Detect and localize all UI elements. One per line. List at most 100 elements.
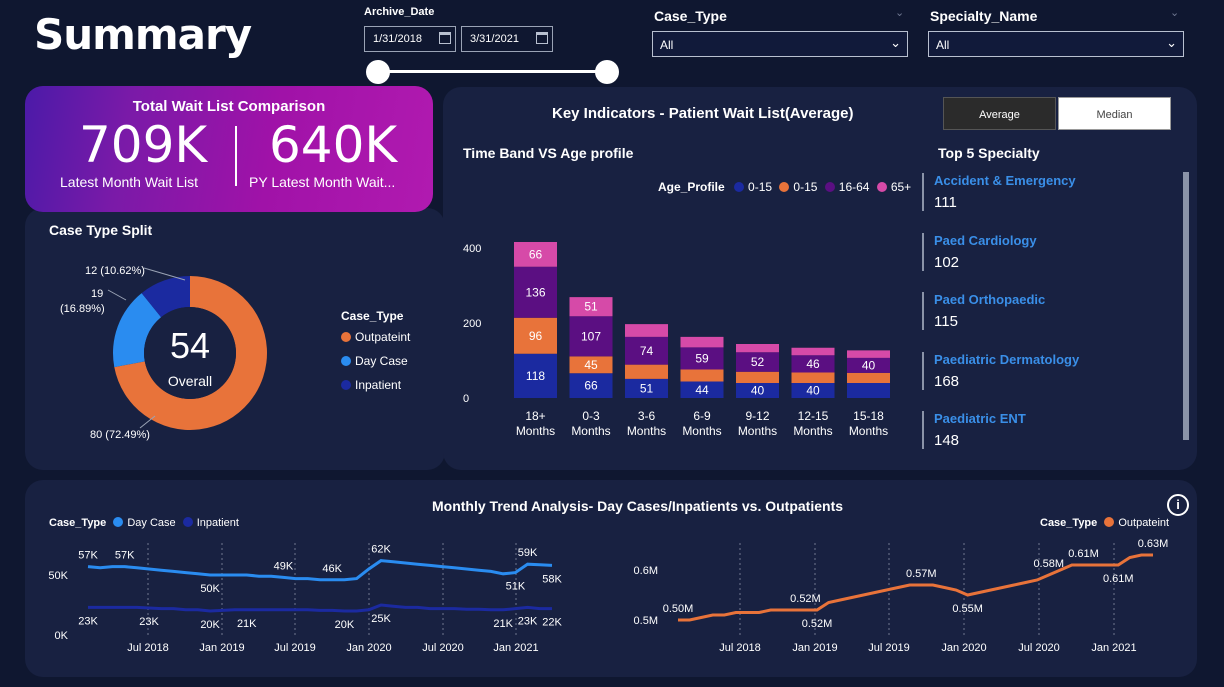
data-label: 0.52M bbox=[790, 593, 821, 605]
legend-label: Inpatient bbox=[196, 517, 239, 529]
legend-item-0-15-b[interactable]: 0-15 bbox=[779, 180, 817, 194]
x-tick-label: 15-18 bbox=[853, 409, 884, 423]
info-icon[interactable]: i bbox=[1167, 494, 1189, 516]
case-type-filter-label: Case_Type bbox=[654, 8, 727, 24]
specialty-dropdown[interactable]: All ⌄ bbox=[928, 31, 1184, 57]
bar-segment[interactable] bbox=[791, 372, 835, 384]
specialty-scrollbar[interactable] bbox=[1183, 172, 1189, 440]
bar-segment[interactable] bbox=[680, 336, 724, 348]
chevron-down-icon[interactable]: ⌄ bbox=[1170, 6, 1179, 19]
specialty-item[interactable]: Paediatric Dermatology 168 bbox=[922, 352, 1172, 390]
day-case-slice-count: 19 bbox=[91, 288, 103, 300]
x-tick-label: 0-3 bbox=[582, 409, 600, 423]
legend-dot bbox=[779, 182, 790, 192]
legend-item-inpatient[interactable]: Inpatient bbox=[182, 517, 239, 529]
legend-label: 65+ bbox=[890, 180, 912, 194]
legend-label: Inpatient bbox=[355, 378, 402, 392]
legend-item-16-64[interactable]: 16-64 bbox=[824, 180, 869, 194]
slider-end-handle[interactable] bbox=[595, 60, 619, 84]
data-label: 23K bbox=[139, 616, 159, 628]
calendar-icon[interactable] bbox=[536, 32, 548, 44]
data-label: 59K bbox=[518, 547, 538, 559]
data-label: 57K bbox=[78, 550, 98, 562]
bar-data-label: 51 bbox=[640, 381, 654, 395]
x-tick-label: 9-12 bbox=[745, 409, 769, 423]
monthly-trend-title: Monthly Trend Analysis- Day Cases/Inpati… bbox=[432, 498, 844, 514]
specialty-item[interactable]: Accident & Emergency 111 bbox=[922, 173, 1172, 211]
bar-data-label: 136 bbox=[525, 285, 545, 299]
data-label: 0.55M bbox=[952, 603, 983, 615]
outpatient-slice-label: 80 (72.49%) bbox=[90, 429, 150, 441]
y-tick-label: 0.5M bbox=[634, 615, 658, 627]
day-case-legend-dot bbox=[341, 356, 351, 366]
y-tick-label: 400 bbox=[463, 243, 481, 255]
legend-item-inpatient[interactable]: Inpatient bbox=[341, 378, 401, 392]
leader-line bbox=[143, 267, 186, 281]
series-line[interactable] bbox=[88, 603, 552, 613]
bar-segment[interactable] bbox=[847, 383, 890, 398]
specialty-item[interactable]: Paediatric ENT 148 bbox=[922, 411, 1172, 449]
inpatient-slice-label: 12 (10.62%) bbox=[85, 265, 145, 277]
specialty-name: Accident & Emergency bbox=[934, 173, 1076, 188]
py-latest-month-value: 640K bbox=[269, 116, 398, 174]
legend-item-0-15[interactable]: 0-15 bbox=[734, 180, 772, 194]
x-tick-label: Months bbox=[738, 424, 777, 438]
key-indicators-title: Key Indicators - Patient Wait List(Avera… bbox=[552, 105, 854, 122]
bar-segment[interactable] bbox=[625, 324, 668, 337]
average-toggle-button[interactable]: Average bbox=[943, 97, 1056, 130]
bar-segment[interactable] bbox=[791, 347, 835, 356]
bar-data-label: 66 bbox=[584, 379, 598, 393]
bar-segment[interactable] bbox=[736, 371, 779, 383]
chevron-down-icon[interactable]: ⌄ bbox=[895, 6, 904, 19]
end-date-input[interactable]: 3/31/2021 bbox=[461, 26, 553, 52]
legend-label: 0-15 bbox=[748, 180, 773, 194]
median-toggle-button[interactable]: Median bbox=[1058, 97, 1171, 130]
y-tick-label: 0K bbox=[55, 630, 69, 642]
leader-line bbox=[139, 415, 156, 429]
legend-item-day-case[interactable]: Day Case bbox=[341, 354, 408, 368]
legend-item-65-plus[interactable]: 65+ bbox=[876, 180, 912, 194]
bar-data-label: 44 bbox=[695, 383, 709, 397]
calendar-icon[interactable] bbox=[439, 32, 451, 44]
legend-item-outpatient[interactable]: Outpateint bbox=[1104, 517, 1169, 529]
outpatient-legend-dot bbox=[341, 332, 351, 342]
bar-data-label: 107 bbox=[581, 329, 601, 343]
bar-data-label: 40 bbox=[751, 384, 765, 398]
x-tick-label: 3-6 bbox=[638, 409, 656, 423]
data-label: 62K bbox=[371, 544, 391, 556]
date-range-slider[interactable] bbox=[378, 70, 606, 73]
specialty-item[interactable]: Paed Cardiology 102 bbox=[922, 233, 1172, 271]
bar-data-label: 52 bbox=[751, 355, 765, 369]
bar-segment[interactable] bbox=[736, 344, 779, 353]
x-tick-label: Months bbox=[793, 424, 832, 438]
specialty-item[interactable]: Paed Orthopaedic 115 bbox=[922, 292, 1172, 330]
y-tick-label: 0 bbox=[463, 393, 469, 405]
x-tick-label: Jul 2018 bbox=[127, 642, 169, 654]
legend-label: Day Case bbox=[355, 354, 408, 368]
legend-item-day-case[interactable]: Day Case bbox=[113, 517, 176, 529]
leader-line bbox=[107, 289, 127, 301]
inpatient-legend-dot bbox=[341, 380, 351, 390]
data-label: 58K bbox=[542, 573, 562, 585]
bar-data-label: 96 bbox=[529, 329, 543, 343]
legend-item-outpatient[interactable]: Outpateint bbox=[341, 330, 410, 344]
data-label: 20K bbox=[200, 619, 220, 631]
bar-segment[interactable] bbox=[847, 350, 890, 358]
outpatient-trend-chart: Jul 2018 Jan 2019 Jul 2019 Jan 2020 Jul 2020… bbox=[634, 538, 1169, 654]
chevron-down-icon: ⌄ bbox=[1166, 35, 1177, 50]
data-label: 51K bbox=[506, 581, 526, 593]
series-line[interactable] bbox=[87, 559, 553, 582]
case-type-split-title: Case Type Split bbox=[49, 222, 153, 238]
bar-segment[interactable] bbox=[847, 372, 890, 383]
specialty-value: 111 bbox=[934, 194, 957, 211]
series-line[interactable] bbox=[678, 553, 1153, 622]
start-date-input[interactable]: 1/31/2018 bbox=[364, 26, 456, 52]
time-band-chart-title: Time Band VS Age profile bbox=[463, 145, 634, 161]
page-title: Summary bbox=[34, 10, 252, 59]
legend-label: Outpateint bbox=[1118, 517, 1170, 529]
bar-segment[interactable] bbox=[680, 369, 724, 382]
slider-start-handle[interactable] bbox=[366, 60, 390, 84]
bar-segment[interactable] bbox=[625, 364, 668, 379]
data-label: 23K bbox=[518, 615, 538, 627]
case-type-dropdown[interactable]: All ⌄ bbox=[652, 31, 908, 57]
